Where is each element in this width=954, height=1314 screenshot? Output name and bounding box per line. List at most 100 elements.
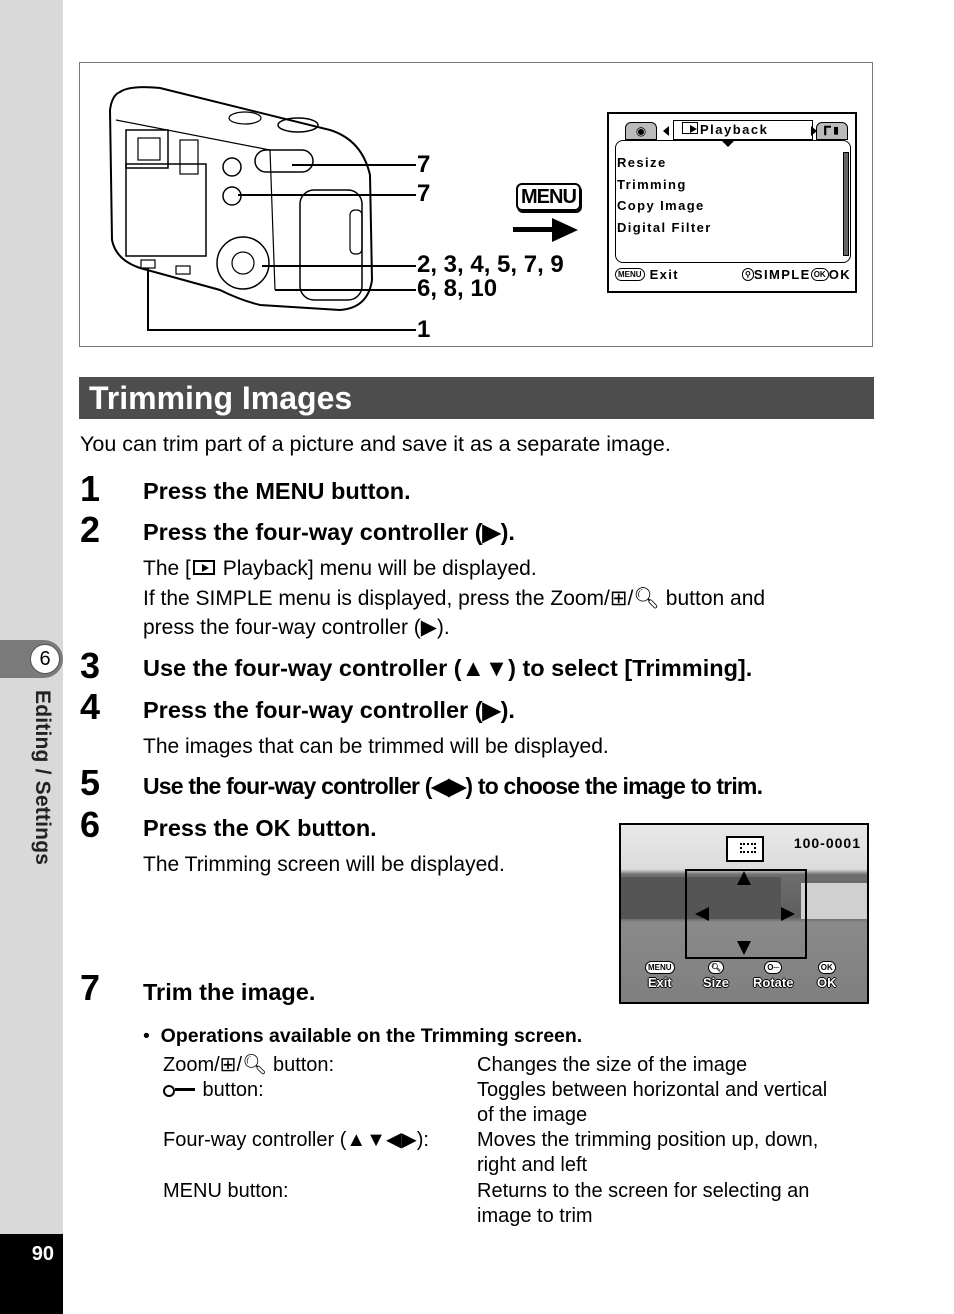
zoom-magnifier-icon: 🔍︎ — [707, 961, 725, 974]
callout-label: 7 — [417, 151, 431, 178]
control-label: OK — [817, 975, 837, 990]
step-body: The Trimming screen will be displayed. — [143, 853, 505, 876]
leader-line — [262, 265, 416, 267]
arrow-right-icon — [781, 907, 795, 921]
operation-control: Four-way controller (▲▼◀▶): — [163, 1129, 429, 1151]
section-title: Trimming Images — [89, 380, 353, 416]
operation-control: MENU button: — [163, 1180, 289, 1202]
trim-size-icon — [726, 836, 764, 862]
step-number: 2 — [80, 509, 101, 550]
text: button: — [197, 1079, 264, 1101]
control-rotate: O─ Rotate — [753, 961, 793, 990]
callout-label: 1 — [417, 316, 431, 343]
step-body-line: If the SIMPLE menu is displayed, press t… — [143, 586, 766, 610]
leader-line — [292, 164, 416, 166]
desc-line: of the image — [477, 1104, 588, 1126]
footer-ok-label: OK — [828, 267, 851, 282]
camera-illustration — [108, 86, 374, 312]
chapter-number: 6 — [30, 644, 60, 674]
footer-exit-label: Exit — [649, 267, 680, 282]
trimming-screen: 100-0001 MENU Exit 🔍︎ Size O─ Rotate OK OK — [619, 823, 869, 1004]
photo-building — [801, 883, 867, 919]
leader-line — [238, 194, 416, 196]
menu-item-digital-filter: Digital Filter — [617, 219, 712, 235]
control-ok: OK OK — [817, 961, 837, 990]
zoom-magnifier-icon: ⚲ — [742, 268, 754, 281]
operation-control: Zoom/⊞/🔍︎ button: — [163, 1054, 335, 1076]
step-heading: Use the four-way controller (◀▶) to choo… — [143, 773, 763, 799]
menu-item-copy-image: Copy Image — [617, 198, 705, 213]
callout-label: 7 — [417, 180, 431, 207]
arrow-head-icon — [552, 218, 578, 242]
ok-key-icon: OK — [810, 268, 829, 281]
key-icon — [163, 1084, 197, 1097]
control-exit: MENU Exit — [645, 961, 675, 990]
control-size: 🔍︎ Size — [703, 961, 729, 990]
desc-line: Moves the trimming position up, down, — [477, 1129, 819, 1151]
intro-text: You can trim part of a picture and save … — [80, 432, 671, 456]
leader-line — [275, 289, 416, 291]
callout-label: 2, 3, 4, 5, 7, 9 — [417, 251, 564, 278]
step-body-line: The [ Playback] menu will be displayed. — [143, 554, 765, 584]
desc-line: image to trim — [477, 1205, 593, 1227]
operation-desc: Toggles between horizontal and vertical o… — [477, 1078, 827, 1128]
step-number: 5 — [80, 762, 101, 803]
operation-control: button: — [163, 1078, 264, 1103]
menu-key-icon: MENU — [615, 268, 645, 281]
tab-left-arrow-icon — [663, 126, 669, 136]
step-heading: Press the OK button. — [143, 815, 377, 841]
arrow-down-icon — [737, 941, 751, 955]
leader-line — [147, 268, 149, 331]
menu-item-trimming: Trimming — [617, 176, 687, 192]
footer-simple-label: SIMPLE — [753, 267, 811, 282]
step-heading: Trim the image. — [143, 979, 316, 1005]
operations-heading: • Operations available on the Trimming s… — [143, 1025, 582, 1048]
step-body-line: press the four-way controller (▶). — [143, 616, 450, 639]
text: The [ — [143, 557, 191, 580]
menu-key-icon: MENU — [645, 961, 675, 974]
operation-desc: Changes the size of the image — [477, 1054, 748, 1076]
operations-title: Operations available on the Trimming scr… — [160, 1025, 583, 1047]
down-indicator-icon — [722, 141, 734, 147]
step-body: The [ Playback] menu will be displayed. … — [143, 554, 765, 643]
desc-line: right and left — [477, 1154, 588, 1176]
playback-icon — [192, 560, 215, 575]
arrow-right-icon — [513, 227, 553, 232]
menu-key-icon: MENU — [516, 183, 581, 211]
control-label: Exit — [647, 975, 672, 990]
camera-icon: ◉ — [625, 122, 657, 140]
step-heading: Press the MENU button. — [143, 478, 411, 504]
control-label: Size — [703, 975, 730, 990]
step-number: 1 — [80, 468, 101, 509]
wrench-settings-icon: 𝚪▮ — [816, 122, 848, 140]
arrow-left-icon — [695, 907, 709, 921]
menu-item-resize: Resize — [617, 155, 667, 170]
desc-line: Returns to the screen for selecting an — [477, 1180, 810, 1202]
bullet: • — [143, 1025, 150, 1047]
scrollbar — [843, 152, 849, 256]
arrow-up-icon — [737, 871, 751, 885]
step-number: 3 — [80, 645, 101, 686]
control-label: Rotate — [753, 975, 794, 990]
tab-playback: Playback — [673, 120, 813, 140]
playback-icon — [682, 122, 698, 134]
callout-label: 6, 8, 10 — [417, 275, 498, 302]
step-number: 7 — [80, 967, 101, 1008]
desc-line: Toggles between horizontal and vertical — [477, 1079, 828, 1101]
playback-menu-screen: ◉ Playback 𝚪▮ Resize Trimming Copy Image… — [607, 112, 857, 293]
ok-key-icon: OK — [817, 961, 836, 974]
step-number: 6 — [80, 804, 101, 845]
step-heading: Press the four-way controller (▶). — [143, 519, 515, 545]
step-heading: Press the four-way controller (▶). — [143, 697, 515, 723]
step-heading: Use the four-way controller (▲▼) to sele… — [143, 655, 753, 681]
file-number: 100-0001 — [793, 835, 861, 851]
tab-playback-label: Playback — [700, 122, 769, 137]
leader-line — [147, 329, 416, 331]
text: Playback] menu will be displayed. — [216, 557, 537, 580]
operation-desc: Returns to the screen for selecting an im… — [477, 1179, 809, 1229]
operation-desc: Moves the trimming position up, down, rig… — [477, 1128, 818, 1178]
step-number: 4 — [80, 686, 101, 727]
chapter-title: Editing / Settings — [31, 690, 54, 866]
step-body: The images that can be trimmed will be d… — [143, 735, 609, 758]
page-number: 90 — [31, 1243, 54, 1265]
